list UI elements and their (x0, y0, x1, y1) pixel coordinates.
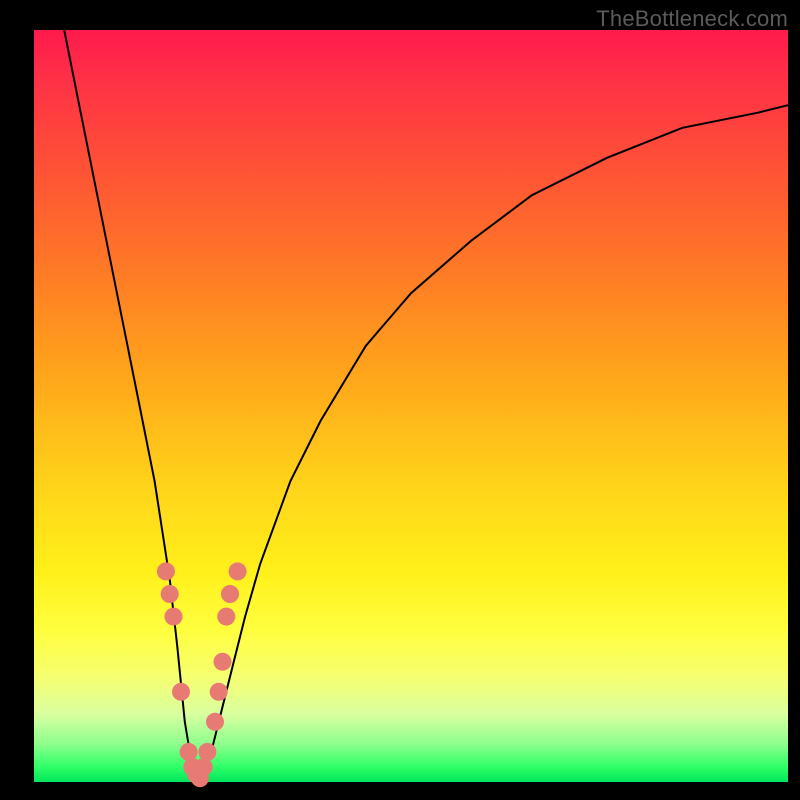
sample-dot (210, 683, 228, 701)
sample-dot (229, 562, 247, 580)
sample-dot (206, 713, 224, 731)
sample-dot (161, 585, 179, 603)
sample-dot (157, 562, 175, 580)
sample-dot (217, 608, 235, 626)
sample-dot (180, 743, 198, 761)
sample-dot (172, 683, 190, 701)
bottleneck-curve (64, 30, 788, 782)
sample-dot (198, 743, 216, 761)
sample-dots-group (157, 562, 247, 787)
sample-dot (165, 608, 183, 626)
sample-dot (214, 653, 232, 671)
chart-frame: TheBottleneck.com (0, 0, 800, 800)
sample-dot (221, 585, 239, 603)
chart-overlay (34, 30, 788, 782)
watermark-text: TheBottleneck.com (596, 6, 788, 32)
sample-dot (195, 758, 213, 776)
